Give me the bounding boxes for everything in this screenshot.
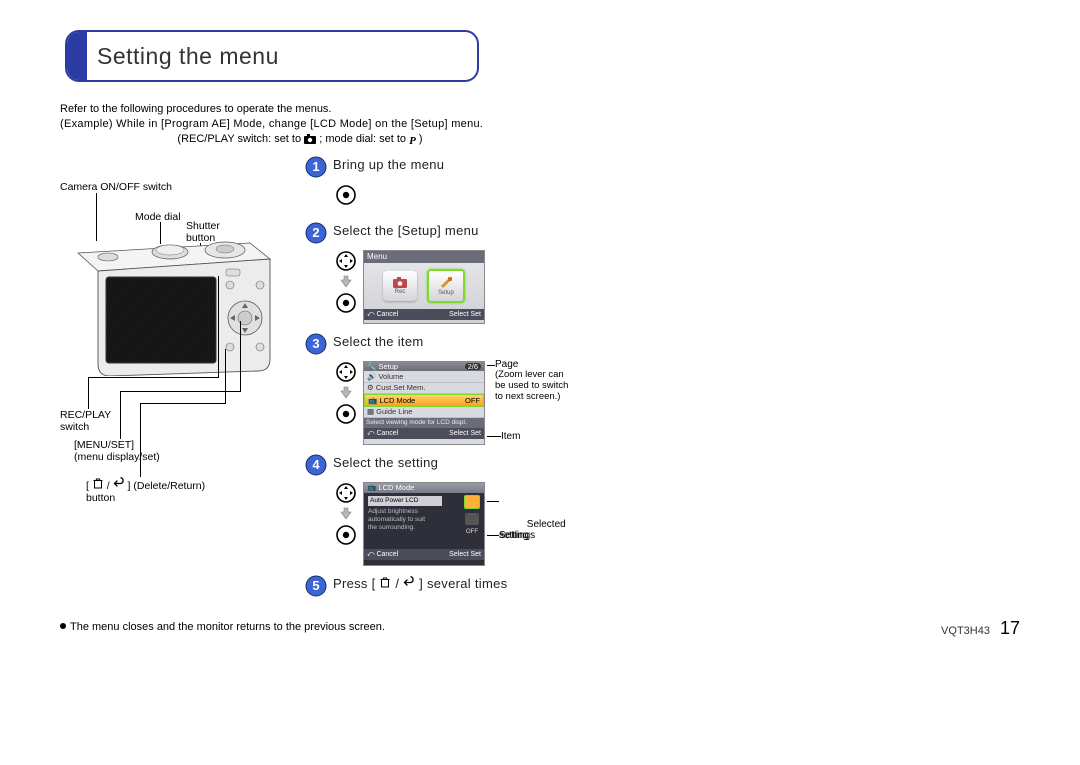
svg-text:1: 1 xyxy=(312,159,319,174)
nav-ring-4way-icon xyxy=(335,361,357,383)
step-number-1: 1 xyxy=(305,156,327,178)
program-mode-icon: P xyxy=(409,134,416,149)
lcd-setup-list-screenshot: 🔧 Setup 2/6 🔊 Volume ⚙ Cust.Set Mem. 📺 L… xyxy=(363,361,485,445)
return-icon xyxy=(403,576,415,588)
title-accent xyxy=(67,32,87,80)
mode-options-side: OFF xyxy=(463,495,481,537)
mode-option xyxy=(465,513,479,525)
label-menuset-b: (menu display/set) xyxy=(74,451,160,463)
nav-ring-center-icon xyxy=(335,524,357,546)
footnote-text: The menu closes and the monitor returns … xyxy=(70,621,385,633)
step-5: 5 Press [ / ] several times xyxy=(305,576,1020,597)
doc-code: VQT3H43 xyxy=(941,625,990,637)
lcd-menu-screenshot: Menu Rec Setup ⤺ Canc xyxy=(363,250,485,324)
callout-selected-setting: Selected setting xyxy=(499,496,566,554)
nav-ring-icon xyxy=(335,184,357,209)
nav-sequence-3 xyxy=(335,361,357,425)
menu-rec-tile: Rec xyxy=(383,271,417,301)
svg-text:5: 5 xyxy=(312,578,319,593)
intro-close-paren: ) xyxy=(419,133,423,145)
step-number-2: 2 xyxy=(305,222,327,244)
intro-line-3: (REC/PLAY switch: set to ; mode dial: se… xyxy=(60,132,540,149)
lcd-mode-detail-screenshot: 📺 LCD Mode Auto Power LCD Adjust brightn… xyxy=(363,482,485,566)
mode-option-selected xyxy=(464,495,480,509)
callout-item: Item xyxy=(501,431,520,443)
nav-ring-center-icon xyxy=(335,403,357,425)
step-4: 4 Select the setting xyxy=(305,455,1020,476)
callout-page: Page (Zoom lever can be used to switch t… xyxy=(495,359,568,403)
label-onoff: Camera ON/OFF switch xyxy=(60,181,172,193)
label-delete-return: [ / ] (Delete/Return) button xyxy=(86,477,205,504)
steps-column: 1 Bring up the menu 2 Select the [Setup]… xyxy=(300,157,1020,603)
step-3-title: Select the item xyxy=(333,334,424,349)
down-arrow-icon xyxy=(339,386,353,400)
step-2: 2 Select the [Setup] menu xyxy=(305,223,1020,244)
step-1-title: Bring up the menu xyxy=(333,157,444,172)
nav-ring-4way-icon xyxy=(335,482,357,504)
intro-text: Refer to the following procedures to ope… xyxy=(60,102,1020,149)
setup-selected-row: 📺 LCD ModeOFF xyxy=(364,394,484,407)
svg-text:3: 3 xyxy=(312,336,319,351)
lcd-cancel: ⤺ Cancel xyxy=(367,311,398,318)
setup-info-bar: Select viewing mode for LCD displ. xyxy=(364,418,484,428)
down-arrow-icon xyxy=(339,507,353,521)
callout-settings: Settings xyxy=(499,530,535,542)
section-title: Setting the menu xyxy=(97,43,279,70)
step-3: 3 Select the item xyxy=(305,334,1020,355)
menu-rec-label: Rec xyxy=(395,289,406,295)
section-title-block: Setting the menu xyxy=(65,30,479,82)
menu-title: Menu xyxy=(364,251,484,263)
setup-page-indicator: 2/6 xyxy=(465,363,481,371)
nav-ring-center-icon xyxy=(335,292,357,314)
page-footer: VQT3H43 17 xyxy=(941,618,1020,639)
camera-icon xyxy=(304,134,316,149)
mode-subtitle: Auto Power LCD xyxy=(368,496,442,506)
step-number-4: 4 xyxy=(305,454,327,476)
manual-page: Setting the menu Refer to the following … xyxy=(0,0,1080,653)
down-arrow-icon xyxy=(339,275,353,289)
intro-line-2: (Example) While in [Program AE] Mode, ch… xyxy=(60,117,1020,132)
label-recplay: REC/PLAY switch xyxy=(60,409,111,433)
intro-line-1: Refer to the following procedures to ope… xyxy=(60,102,1020,117)
mode-header: LCD Mode xyxy=(378,483,414,492)
step-number-5: 5 xyxy=(305,575,327,597)
setup-header: Setup xyxy=(378,362,398,371)
camera-illustration xyxy=(70,241,275,376)
menu-setup-tile: Setup xyxy=(427,269,465,303)
svg-text:2: 2 xyxy=(312,225,319,240)
lcd-select-set: Select Set xyxy=(449,311,481,318)
trash-icon xyxy=(92,477,104,489)
nav-sequence-4 xyxy=(335,482,357,546)
bullet-icon xyxy=(60,623,66,629)
svg-text:4: 4 xyxy=(312,457,320,472)
trash-icon xyxy=(379,576,391,588)
step-1: 1 Bring up the menu xyxy=(305,157,1020,178)
intro-mode-prefix: ; mode dial: set to xyxy=(319,133,409,145)
menu-setup-label: Setup xyxy=(438,290,454,296)
step-4-title: Select the setting xyxy=(333,455,438,470)
footnote: The menu closes and the monitor returns … xyxy=(60,621,1020,633)
step-2-title: Select the [Setup] menu xyxy=(333,223,479,238)
label-menuset: [MENU/SET] (menu display/set) xyxy=(74,439,160,463)
page-number: 17 xyxy=(1000,618,1020,639)
step-number-3: 3 xyxy=(305,333,327,355)
intro-switch-prefix: (REC/PLAY switch: set to xyxy=(177,133,304,145)
label-menuset-a: [MENU/SET] xyxy=(74,439,134,451)
nav-ring-4way-icon xyxy=(335,250,357,272)
mode-off-label: OFF xyxy=(466,529,478,537)
camera-diagram-column: Camera ON/OFF switch Mode dial Shutter b… xyxy=(60,157,290,603)
label-mode-dial: Mode dial xyxy=(135,211,181,223)
return-icon xyxy=(113,477,125,489)
step-5-title: Press [ / ] several times xyxy=(333,576,507,591)
nav-sequence xyxy=(335,250,357,314)
